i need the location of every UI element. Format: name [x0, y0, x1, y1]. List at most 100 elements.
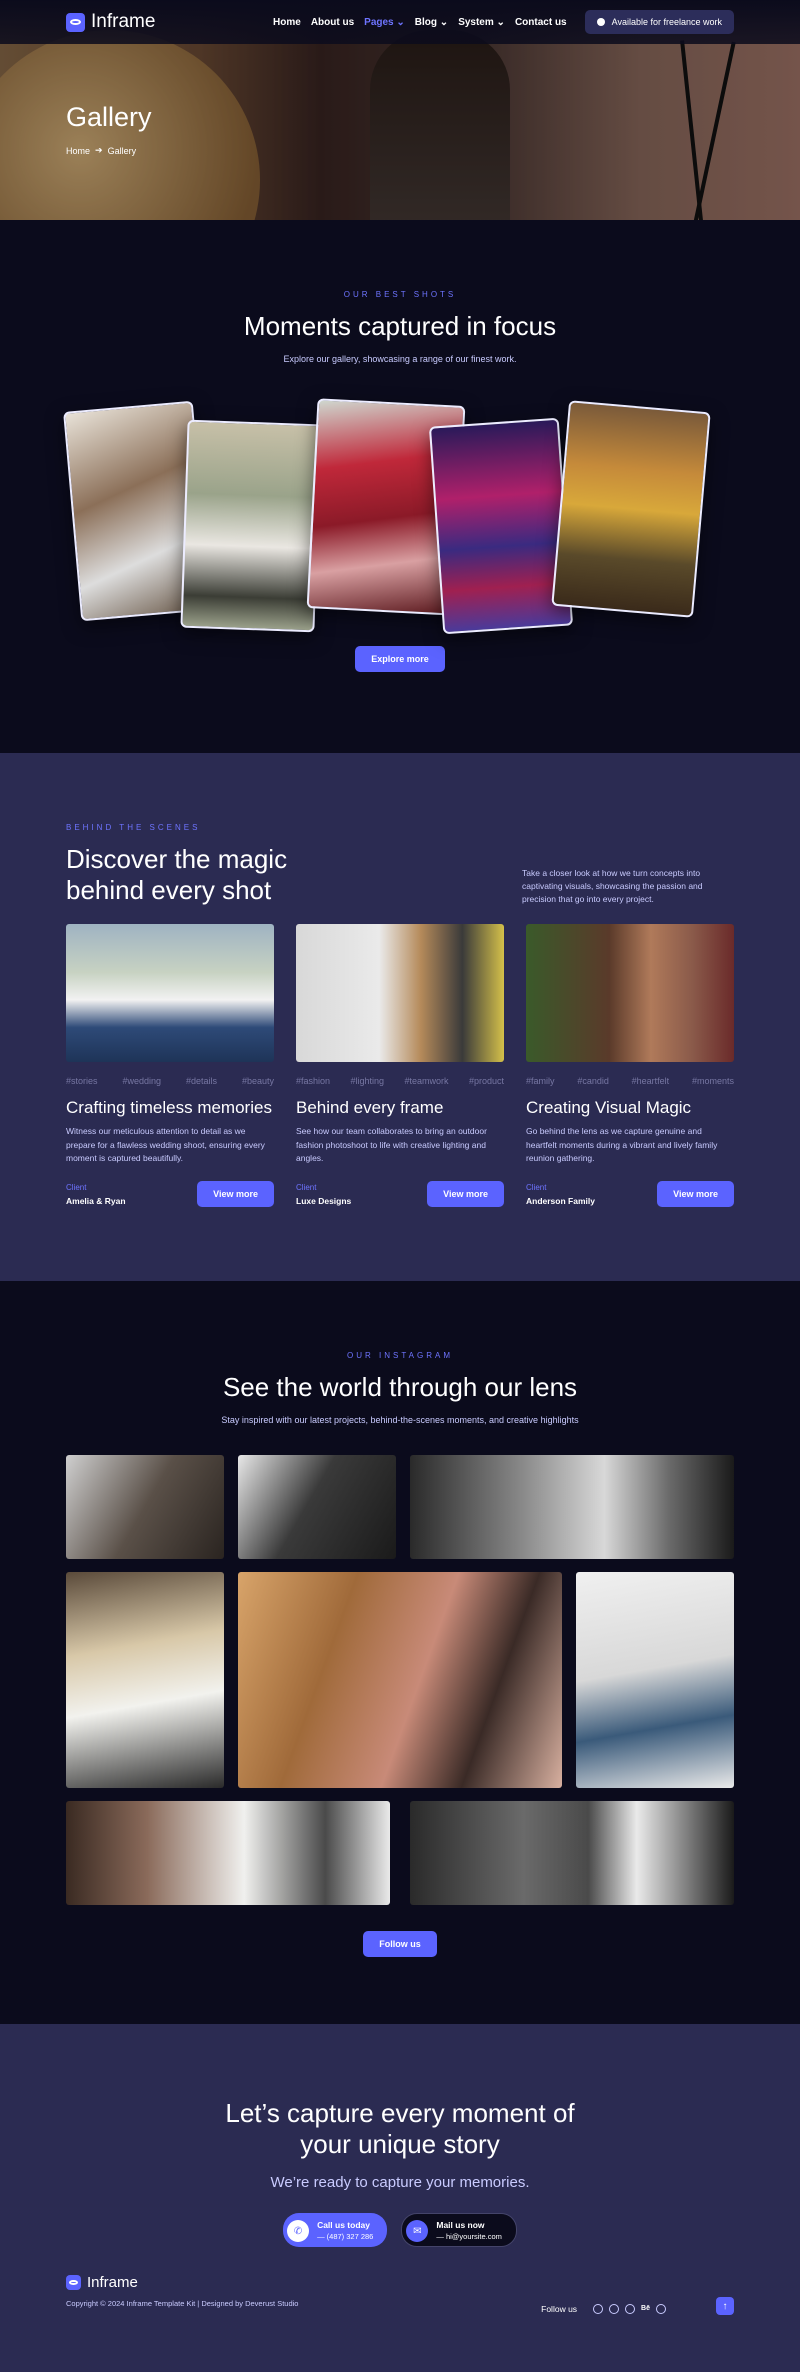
gallery-card-wedding[interactable]: [180, 419, 322, 633]
gallery-stack: [0, 398, 800, 642]
cta-section: Let’s capture every moment of your unique…: [0, 2024, 800, 2372]
instagram-photo[interactable]: [410, 1455, 734, 1559]
behance-icon[interactable]: Bē: [641, 2305, 650, 2312]
behind-description: Take a closer look at how we turn concep…: [522, 867, 703, 905]
dribbble-icon[interactable]: [656, 2303, 666, 2314]
chevron-down-icon: ⌄: [496, 16, 505, 28]
follow-label: Follow us: [541, 2303, 578, 2314]
tag[interactable]: #teamwork: [404, 1076, 448, 1086]
best-shots-eyebrow: OUR BEST SHOTS: [343, 290, 457, 299]
project-image-frame[interactable]: [296, 924, 504, 1063]
social-links: Follow us Bē ↑: [541, 2297, 734, 2315]
hero-tripod-leg-image: [692, 41, 736, 220]
project-text: Witness our meticulous attention to deta…: [66, 1126, 265, 1163]
youtube-icon[interactable]: [625, 2303, 636, 2314]
status-dot-icon: [596, 18, 605, 26]
instagram-icon[interactable]: [593, 2303, 604, 2314]
explore-more-button[interactable]: Explore more: [355, 646, 445, 672]
logo-icon: [66, 12, 85, 32]
project-tags: #stories #wedding #details #beauty: [66, 1076, 274, 1086]
cta-title: Let’s capture every moment of your unique…: [225, 2098, 575, 2160]
project-title: Creating Visual Magic: [526, 1098, 692, 1118]
hero-tripod-image: [680, 40, 704, 220]
facebook-icon[interactable]: [609, 2303, 620, 2314]
back-to-top-icon[interactable]: ↑: [716, 2297, 734, 2315]
project-image-family[interactable]: [526, 924, 734, 1063]
availability-label: Available for freelance work: [611, 17, 722, 27]
mail-icon: ✉: [406, 2220, 429, 2243]
behind-eyebrow: BEHIND THE SCENES: [66, 823, 201, 832]
copyright: Copyright © 2024 Inframe Template Kit | …: [66, 2299, 299, 2308]
project-image-wedding[interactable]: [66, 924, 274, 1063]
breadcrumb-current: Gallery: [107, 145, 137, 156]
tag[interactable]: #beauty: [242, 1076, 274, 1086]
instagram-photo[interactable]: [66, 1801, 390, 1905]
tag[interactable]: #wedding: [122, 1076, 161, 1086]
instagram-photo[interactable]: [576, 1572, 734, 1788]
client-info: Client Anderson Family: [526, 1182, 595, 1206]
main-nav: Home About us Pages ⌄ Blog ⌄ System ⌄ Co…: [273, 17, 567, 28]
project-title: Behind every frame: [296, 1098, 444, 1118]
site-footer: Inframe Copyright © 2024 Inframe Templat…: [66, 2274, 734, 2315]
instagram-photo[interactable]: [66, 1572, 224, 1788]
tag[interactable]: #family: [526, 1076, 555, 1086]
nav-contact[interactable]: Contact us: [515, 17, 567, 28]
site-logo[interactable]: Inframe: [66, 11, 155, 33]
view-more-button[interactable]: View more: [197, 1181, 274, 1208]
tag[interactable]: #candid: [577, 1076, 609, 1086]
nav-system[interactable]: System ⌄: [458, 17, 505, 28]
arrow-right-icon: ➔: [95, 145, 103, 155]
site-header: Inframe Home About us Pages ⌄ Blog ⌄ Sys…: [0, 0, 800, 44]
instagram-eyebrow: OUR INSTAGRAM: [347, 1351, 453, 1360]
project-tags: #family #candid #heartfelt #moments: [526, 1076, 734, 1086]
instagram-grid: [66, 1455, 734, 1905]
breadcrumb: Home ➔ Gallery: [66, 145, 152, 156]
nav-blog[interactable]: Blog ⌄: [415, 17, 448, 28]
project-card: #stories #wedding #details #beauty Craft…: [66, 924, 274, 1208]
chevron-down-icon: ⌄: [439, 16, 449, 28]
page-title: Gallery: [66, 102, 152, 132]
follow-us-button[interactable]: Follow us: [363, 1931, 437, 1957]
hero-photographer-image: [370, 30, 510, 220]
breadcrumb-home[interactable]: Home: [66, 146, 90, 156]
client-info: Client Amelia & Ryan: [66, 1182, 126, 1206]
instagram-photo[interactable]: [66, 1455, 224, 1559]
instagram-subtitle: Stay inspired with our latest projects, …: [221, 1415, 579, 1425]
chevron-down-icon: ⌄: [396, 16, 405, 28]
instagram-section: OUR INSTAGRAM See the world through our …: [0, 1281, 800, 2024]
hero-text: Gallery Home ➔ Gallery: [66, 102, 152, 156]
project-text: See how our team collaborates to bring a…: [296, 1126, 487, 1163]
best-shots-subtitle: Explore our gallery, showcasing a range …: [283, 354, 517, 364]
logo-text: Inframe: [91, 11, 156, 32]
phone-icon: ✆: [287, 2220, 310, 2243]
client-info: Client Luxe Designs: [296, 1182, 352, 1206]
gallery-card-camping[interactable]: [551, 400, 711, 618]
project-card: #family #candid #heartfelt #moments Crea…: [526, 924, 734, 1208]
tag[interactable]: #heartfelt: [632, 1076, 670, 1086]
tag[interactable]: #product: [469, 1076, 504, 1086]
mail-button[interactable]: ✉ Mail us now — hi@yoursite.com: [401, 2213, 517, 2248]
nav-about[interactable]: About us: [311, 17, 354, 28]
footer-logo[interactable]: Inframe: [66, 2274, 298, 2291]
instagram-photo[interactable]: [410, 1801, 734, 1905]
instagram-photo[interactable]: [238, 1455, 396, 1559]
behind-scenes-section: BEHIND THE SCENES Discover the magic behi…: [0, 753, 800, 1281]
cta-lead: We’re ready to capture your memories.: [270, 2174, 530, 2192]
call-button[interactable]: ✆ Call us today — (487) 327 286: [283, 2213, 388, 2248]
tag[interactable]: #moments: [692, 1076, 734, 1086]
tag[interactable]: #lighting: [350, 1076, 384, 1086]
best-shots-section: OUR BEST SHOTS Moments captured in focus…: [0, 220, 800, 753]
tag[interactable]: #details: [186, 1076, 217, 1086]
availability-button[interactable]: Available for freelance work: [584, 10, 734, 34]
tag[interactable]: #fashion: [296, 1076, 330, 1086]
nav-home[interactable]: Home: [273, 17, 301, 28]
instagram-title: See the world through our lens: [222, 1372, 578, 1402]
view-more-button[interactable]: View more: [657, 1181, 734, 1208]
project-card: #fashion #lighting #teamwork #product Be…: [296, 924, 504, 1208]
tag[interactable]: #stories: [66, 1076, 98, 1086]
best-shots-title: Moments captured in focus: [243, 311, 557, 341]
instagram-photo[interactable]: [238, 1572, 562, 1788]
nav-pages[interactable]: Pages ⌄: [364, 17, 405, 28]
view-more-button[interactable]: View more: [427, 1181, 504, 1208]
project-text: Go behind the lens as we capture genuine…: [526, 1126, 718, 1163]
